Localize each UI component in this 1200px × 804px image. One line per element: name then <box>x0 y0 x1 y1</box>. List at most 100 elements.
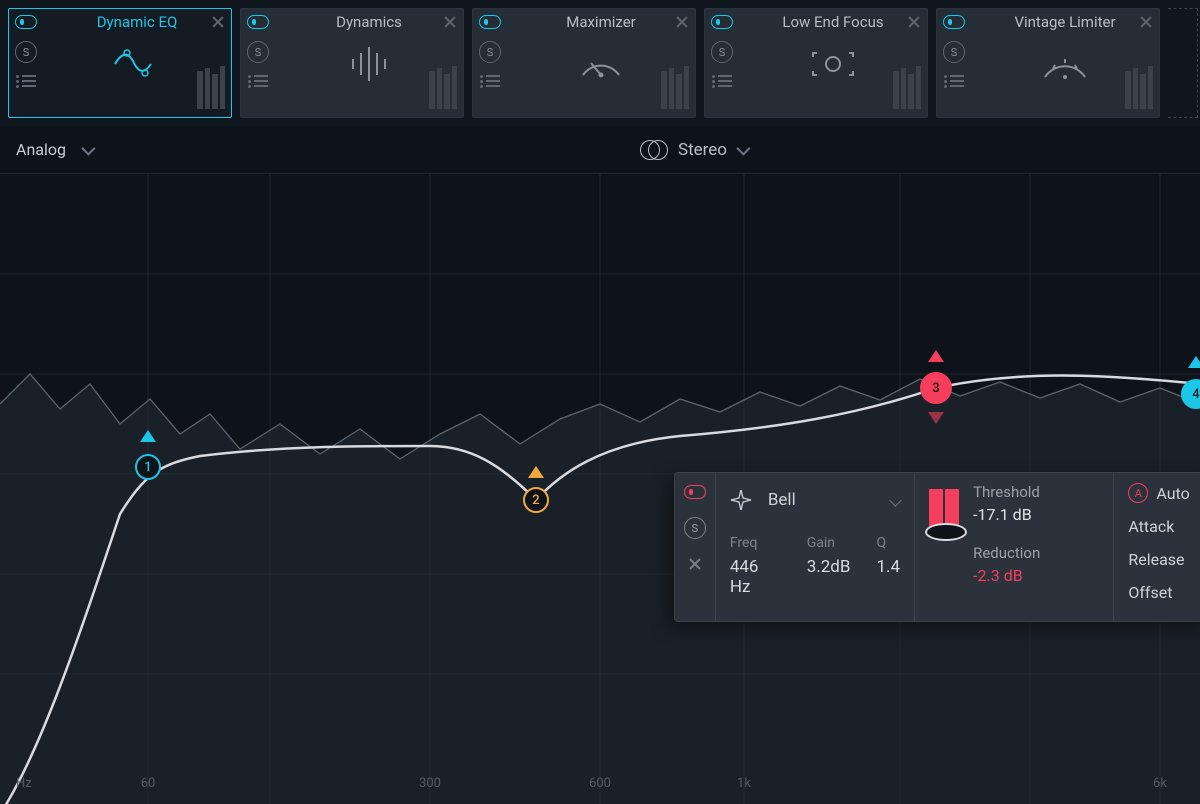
module-low-end-focus[interactable]: S Low End Focus <box>704 8 928 118</box>
auto-label: Auto <box>1156 484 1189 503</box>
power-toggle-icon[interactable] <box>943 15 965 29</box>
freq-tick: 6k <box>1153 776 1167 791</box>
level-meter <box>661 51 689 109</box>
gain-param[interactable]: Gain 3.2dB <box>807 535 851 597</box>
chevron-down-icon <box>889 494 902 507</box>
eq-options-bar: Analog Stereo <box>0 126 1200 174</box>
panel-envelope-column: A Auto Attack Release Offset <box>1113 473 1200 621</box>
node-number: 1 <box>144 460 151 475</box>
eq-band-node-2[interactable]: 2 <box>523 487 549 513</box>
freq-tick: 600 <box>589 776 611 791</box>
band-power-icon[interactable] <box>684 485 706 499</box>
close-icon[interactable] <box>675 15 689 29</box>
module-dynamics[interactable]: S Dynamics <box>240 8 464 118</box>
module-title: Maximizer <box>566 13 636 31</box>
module-maximizer[interactable]: S Maximizer <box>472 8 696 118</box>
gauge-icon <box>571 39 631 89</box>
power-toggle-icon[interactable] <box>479 15 501 29</box>
q-param[interactable]: Q 1.4 <box>877 535 901 597</box>
close-icon[interactable] <box>1139 15 1153 29</box>
band-solo-button[interactable]: S <box>684 517 706 539</box>
close-icon[interactable] <box>443 15 457 29</box>
module-vintage-limiter[interactable]: S Vintage Limiter <box>936 8 1160 118</box>
module-left-icons: S <box>473 9 507 117</box>
band-3-down-arrow-icon[interactable] <box>928 412 944 424</box>
preset-list-icon[interactable] <box>248 75 268 89</box>
preset-list-icon[interactable] <box>16 75 36 89</box>
auto-toggle[interactable]: A Auto <box>1128 483 1200 503</box>
freq-tick: 60 <box>141 776 156 791</box>
band-delete-icon[interactable] <box>688 557 702 571</box>
focus-icon <box>803 39 863 89</box>
preset-list-icon[interactable] <box>944 75 964 89</box>
threshold-readout: Threshold -17.1 dB Reduction -2.3 dB <box>973 483 1040 611</box>
module-left-icons: S <box>9 9 43 117</box>
band-4-up-arrow-icon[interactable] <box>1188 356 1200 368</box>
module-title: Vintage Limiter <box>1014 13 1115 31</box>
channel-dropdown[interactable]: Stereo <box>640 140 747 160</box>
level-meter <box>197 51 225 109</box>
module-title: Low End Focus <box>782 13 883 31</box>
module-dynamic-eq[interactable]: S Dynamic EQ <box>8 8 232 118</box>
panel-icon-column: S <box>675 473 715 621</box>
param-label: Q <box>877 535 901 551</box>
module-left-icons: S <box>705 9 739 117</box>
attack-param[interactable]: Attack <box>1128 517 1200 536</box>
power-toggle-icon[interactable] <box>15 15 37 29</box>
channel-label: Stereo <box>678 140 727 160</box>
chevron-down-icon <box>736 141 750 155</box>
mode-dropdown[interactable]: Analog <box>16 140 92 159</box>
stereo-icon <box>640 140 668 160</box>
band-2-up-arrow-icon[interactable] <box>528 466 544 478</box>
dynamic-eq-icon <box>107 39 167 89</box>
module-title: Dynamic EQ <box>97 13 178 31</box>
sparkle-icon <box>730 489 752 511</box>
preset-list-icon[interactable] <box>712 75 732 89</box>
freq-param[interactable]: Freq 446 Hz <box>730 535 781 597</box>
param-value: 3.2dB <box>807 557 851 577</box>
threshold-label: Threshold <box>973 483 1040 501</box>
vu-meter-icon <box>1035 39 1095 89</box>
preset-list-icon[interactable] <box>480 75 500 89</box>
module-left-icons: S <box>241 9 275 117</box>
param-label: Gain <box>807 535 851 551</box>
solo-button[interactable]: S <box>15 41 37 63</box>
level-meter <box>429 51 457 109</box>
close-icon[interactable] <box>211 15 225 29</box>
module-strip: S Dynamic EQ S Dynamics S <box>0 0 1200 126</box>
eq-band-node-3[interactable]: 3 <box>920 372 952 404</box>
solo-button[interactable]: S <box>943 41 965 63</box>
add-module-slot[interactable] <box>1168 8 1198 118</box>
threshold-slider[interactable] <box>929 489 959 579</box>
solo-button[interactable]: S <box>479 41 501 63</box>
band-1-up-arrow-icon[interactable] <box>140 430 156 442</box>
solo-button[interactable]: S <box>247 41 269 63</box>
power-toggle-icon[interactable] <box>711 15 733 29</box>
node-number: 3 <box>932 381 939 396</box>
freq-tick: 1k <box>737 776 751 791</box>
dynamics-icon <box>339 39 399 89</box>
level-meter <box>1125 51 1153 109</box>
release-param[interactable]: Release <box>1128 550 1200 569</box>
param-value: 1.4 <box>877 557 901 577</box>
shape-dropdown[interactable]: Bell <box>730 483 900 517</box>
band-3-up-arrow-icon[interactable] <box>928 350 944 362</box>
param-grid: Freq 446 Hz Gain 3.2dB Q 1.4 <box>730 535 900 597</box>
reduction-label: Reduction <box>973 544 1040 562</box>
module-left-icons: S <box>937 9 971 117</box>
shape-name: Bell <box>768 490 875 510</box>
freq-tick: 300 <box>419 776 441 791</box>
node-number: 2 <box>532 493 539 508</box>
reduction-value: -2.3 dB <box>973 566 1040 585</box>
module-title: Dynamics <box>336 13 402 31</box>
frequency-axis: Hz 60 300 600 1k 6k <box>0 776 1200 796</box>
power-toggle-icon[interactable] <box>247 15 269 29</box>
solo-button[interactable]: S <box>711 41 733 63</box>
threshold-value[interactable]: -17.1 dB <box>973 505 1040 524</box>
auto-badge-icon: A <box>1128 483 1148 503</box>
band-parameter-panel: S Bell Freq 446 Hz Gain 3.2dB Q 1.4 T <box>674 472 1200 622</box>
close-icon[interactable] <box>907 15 921 29</box>
offset-param[interactable]: Offset <box>1128 583 1200 602</box>
mode-label: Analog <box>16 140 66 159</box>
eq-band-node-1[interactable]: 1 <box>135 454 161 480</box>
